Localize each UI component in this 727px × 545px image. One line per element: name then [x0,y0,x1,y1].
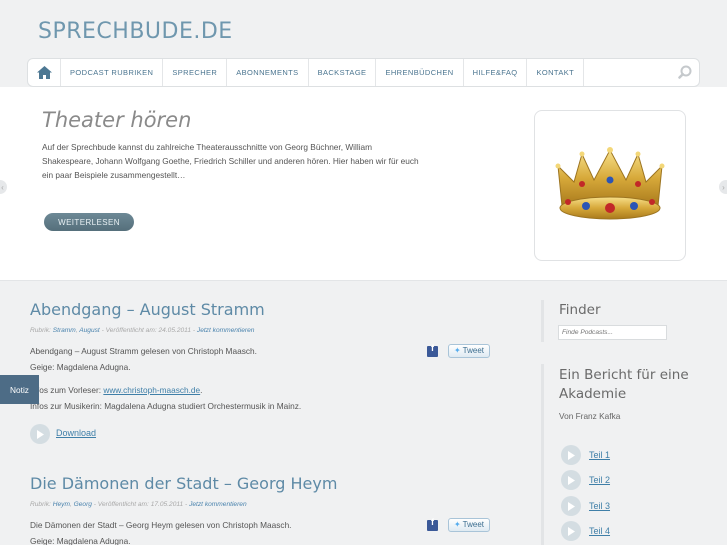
tweet-button[interactable]: ✦ Tweet [447,518,490,532]
play-icon [568,475,575,485]
post-title[interactable]: Die Dämonen der Stadt – Georg Heym [30,474,490,493]
play-icon [568,450,575,460]
share-bar: f ✦ Tweet [426,517,490,532]
hero-text: Auf der Sprechbude kannst du zahlreiche … [42,142,419,180]
slider-prev-button[interactable]: ‹ [0,180,7,194]
post-line: Geige: Magdalena Adugna. [30,361,131,372]
facebook-icon[interactable]: f [426,343,438,357]
meta-date: - Veröffentlicht am: 24.05.2011 - [99,327,197,334]
finder-search-input[interactable] [558,325,667,340]
post-line: Infos zum Vorleser: www.christoph-maasch… [30,383,490,399]
nav-podcast-rubriken[interactable]: PODCAST RUBRIKEN [61,59,164,86]
part-link[interactable]: Teil 4 [589,526,610,536]
post-line-text: . [200,385,203,395]
post-body: f ✦ Tweet Abendgang – August Stramm geles… [30,343,490,444]
nav-backstage[interactable]: BACKSTAGE [309,59,377,86]
play-button[interactable] [561,470,581,490]
post-line-text: Infos zum Vorleser: [30,385,104,395]
category-link[interactable]: Stramm [53,327,76,334]
category-link[interactable]: Georg [74,501,92,508]
read-more-button[interactable]: WEITERLESEN [44,213,134,231]
home-button[interactable] [28,59,61,86]
download-row: Download [30,424,490,444]
finder-title: Finder [559,302,601,318]
post-daemonen: Die Dämonen der Stadt – Georg Heym Rubri… [30,474,490,545]
part-link[interactable]: Teil 3 [589,501,610,511]
play-icon [568,501,575,511]
play-icon [37,429,44,439]
sidebar-divider [541,300,544,342]
play-button[interactable] [561,445,581,465]
part-item: Teil 3 [561,496,610,516]
play-button[interactable] [561,521,581,541]
hero-image-frame[interactable] [534,110,686,261]
twitter-icon: ✦ [453,520,461,530]
hero-slider: ‹ Theater hören Auf der Sprechbude kanns… [0,87,727,281]
search-icon [678,65,692,79]
nav-sprecher[interactable]: SPRECHER [163,59,228,86]
site-logo[interactable]: SPRECHBUDE.DE [38,19,233,44]
post-meta: Rubrik: Stramm, August - Veröffentlicht … [30,327,255,334]
sidebar-divider [541,364,544,545]
meta-label: Rubrik: [30,327,53,334]
play-button[interactable] [561,496,581,516]
nav-kontakt[interactable]: KONTAKT [527,59,585,86]
category-link[interactable]: Heym [53,501,70,508]
feature-author: Von Franz Kafka [559,411,621,421]
post-body: f ✦ Tweet Die Dämonen der Stadt – Georg H… [30,517,490,545]
play-button[interactable] [30,424,50,444]
category-link[interactable]: August [79,327,100,334]
main-nav: PODCAST RUBRIKEN SPRECHER ABONNEMENTS BA… [27,58,700,87]
notiz-tab[interactable]: Notiz [0,375,39,404]
part-link[interactable]: Teil 2 [589,475,610,485]
tweet-button[interactable]: ✦ Tweet [447,344,490,358]
home-icon [36,66,52,79]
post-line: Geige: Magdalena Adugna. [30,535,131,545]
play-icon [568,526,575,536]
chevron-left-icon: ‹ [1,182,4,192]
feature-title: Ein Bericht für eine Akademie [559,367,689,402]
nav-ehrenbuedchen[interactable]: EHRENBÜDCHEN [376,59,464,86]
post-meta: Rubrik: Heym, Georg - Veröffentlicht am:… [30,501,247,508]
post-line: Infos zur Musikerin: Magdalena Adugna st… [30,400,302,411]
nav-hilfe-faq[interactable]: HILFE&FAQ [464,59,528,86]
part-item: Teil 4 [561,521,610,541]
hero-title: Theater hören [42,108,192,132]
post-title[interactable]: Abendgang – August Stramm [30,300,490,319]
post-line: Die Dämonen der Stadt – Georg Heym geles… [30,520,292,530]
search-button[interactable] [678,65,692,84]
slider-next-button[interactable]: › [719,180,727,194]
meta-label: Rubrik: [30,501,53,508]
meta-date: - Veröffentlicht am: 17.05.2011 - [91,501,190,508]
post-line: Abendgang – August Stramm gelesen von Ch… [30,346,257,356]
part-item: Teil 2 [561,470,610,490]
crown-image [555,146,665,219]
chevron-right-icon: › [722,182,725,192]
facebook-icon[interactable]: f [426,517,438,531]
tweet-label: Tweet [462,520,484,530]
website-link[interactable]: www.christoph-maasch.de [103,385,200,395]
part-item: Teil 1 [561,445,610,465]
share-bar: f ✦ Tweet [426,343,490,358]
comment-link[interactable]: Jetzt kommentieren [189,501,247,508]
part-link[interactable]: Teil 1 [589,450,610,460]
comment-link[interactable]: Jetzt kommentieren [197,327,255,334]
nav-abonnements[interactable]: ABONNEMENTS [227,59,309,86]
twitter-icon: ✦ [453,346,461,356]
tweet-label: Tweet [462,346,484,356]
post-abendgang: Abendgang – August Stramm Rubrik: Stramm… [30,300,490,444]
download-link[interactable]: Download [56,426,96,442]
